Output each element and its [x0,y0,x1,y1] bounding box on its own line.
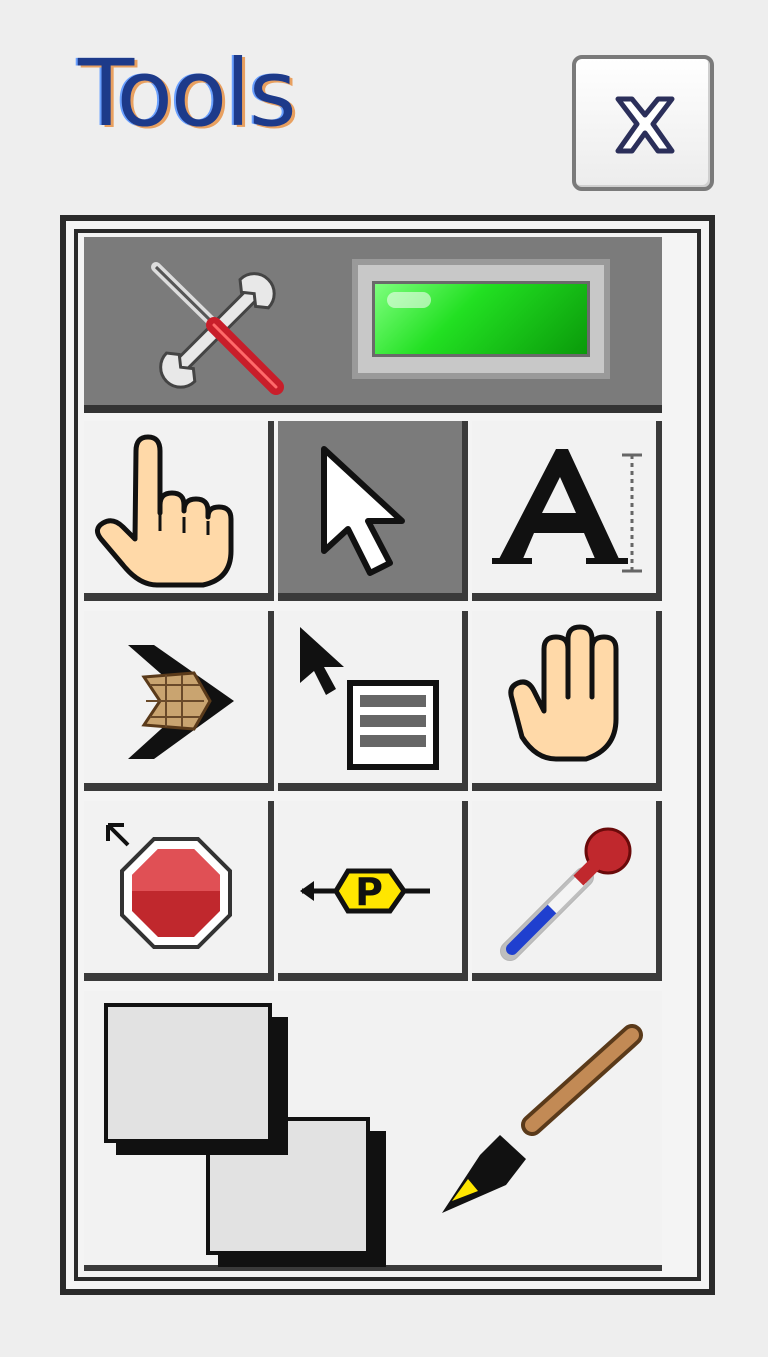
position-size-select-tool[interactable] [278,421,468,601]
stop-sign-icon [106,823,232,949]
object-shortcut-menu-tool[interactable] [278,611,468,791]
svg-text:P: P [355,870,383,914]
set-clear-breakpoint-tool[interactable] [84,801,274,981]
scroll-window-tool[interactable] [472,611,662,791]
color-swatches-icon [104,1003,386,1267]
tools-panel: P [60,215,715,1295]
pointing-hand-icon [95,434,234,588]
edit-text-tool[interactable] [472,421,662,601]
tools-palette-window: Tools P [0,0,768,1357]
close-button[interactable] [572,55,714,191]
arrow-menu-icon [300,627,439,770]
wire-spool-icon [128,645,234,759]
eyedropper-icon [500,827,632,961]
automatic-tool-selection-button[interactable] [84,237,662,413]
connect-wire-tool[interactable] [84,611,274,791]
set-color-tool[interactable] [84,991,662,1271]
probe-p-icon: P [300,868,430,914]
close-icon [615,96,675,154]
wrench-screwdriver-icon [151,262,284,395]
automatic-led-indicator [352,259,610,379]
arrow-cursor-icon [321,446,405,576]
open-hand-icon [508,624,619,762]
text-a-icon [492,449,642,573]
probe-data-tool[interactable]: P [278,801,468,981]
get-color-tool[interactable] [472,801,662,981]
operate-value-tool[interactable] [84,421,274,601]
paintbrush-icon [442,1024,643,1213]
window-title: Tools [78,40,297,147]
